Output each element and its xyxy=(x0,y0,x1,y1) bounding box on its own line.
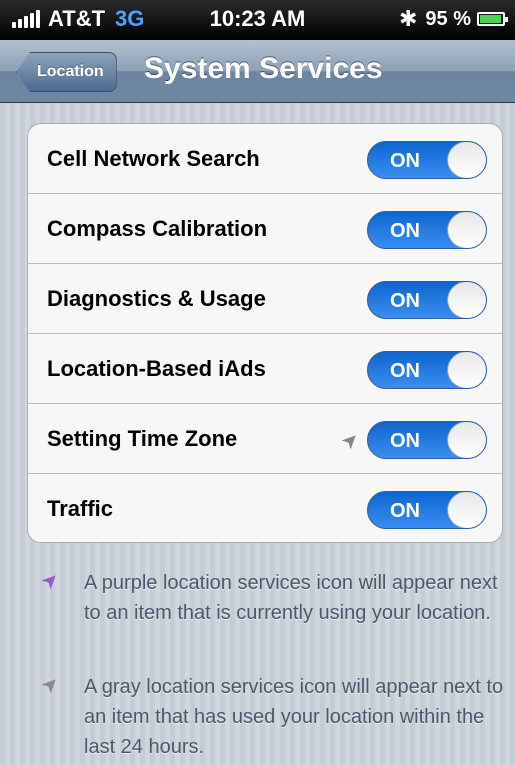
toggle-switch[interactable]: ON xyxy=(367,281,487,319)
service-row: Setting Time Zone ➤ ON xyxy=(28,404,502,474)
toggle-state: ON xyxy=(390,150,420,172)
battery-icon xyxy=(477,12,508,26)
service-label: Traffic xyxy=(47,496,114,521)
service-row: Location-Based iAds ON xyxy=(28,334,502,404)
service-label: Compass Calibration xyxy=(47,216,268,241)
location-arrow-icon: ➤ xyxy=(337,427,365,455)
purple-location-arrow-icon: ➤ xyxy=(37,567,65,595)
service-row: Diagnostics & Usage ON xyxy=(28,264,502,334)
navigation-bar: Location System Services xyxy=(0,40,515,103)
note-text: A purple location services icon will app… xyxy=(84,572,498,624)
back-button[interactable]: Location xyxy=(16,52,117,92)
toggle-switch[interactable]: ON xyxy=(367,141,487,179)
toggle-state: ON xyxy=(390,360,420,382)
gray-location-arrow-icon: ➤ xyxy=(37,671,65,699)
service-row: Traffic ON xyxy=(28,474,502,542)
battery-fill xyxy=(480,15,501,23)
toggle-switch[interactable]: ON xyxy=(367,491,487,529)
toggle-knob xyxy=(447,142,486,178)
toggle-knob xyxy=(447,492,486,528)
toggle-knob xyxy=(447,212,486,248)
status-right: ✱ 95 % xyxy=(398,6,508,32)
status-bar: AT&T 3G 10:23 AM ✱ 95 % xyxy=(0,0,515,40)
service-label: Location-Based iAds xyxy=(47,356,266,381)
note-text: A gray location services icon will appea… xyxy=(84,676,504,758)
service-label: Cell Network Search xyxy=(47,146,260,171)
toggle-knob xyxy=(447,282,486,318)
toggle-state: ON xyxy=(390,500,420,522)
service-row: Cell Network Search ON xyxy=(28,124,502,194)
toggle-switch[interactable]: ON xyxy=(367,351,487,389)
service-row: Compass Calibration ON xyxy=(28,194,502,264)
services-list: Cell Network Search ON Compass Calibrati… xyxy=(27,123,503,543)
toggle-switch[interactable]: ON xyxy=(367,421,487,459)
toggle-state: ON xyxy=(390,220,420,242)
toggle-knob xyxy=(447,352,486,388)
toggle-state: ON xyxy=(390,430,420,452)
toggle-knob xyxy=(447,422,486,458)
battery-percent: 95 % xyxy=(425,7,471,30)
toggle-switch[interactable]: ON xyxy=(367,211,487,249)
toggle-state: ON xyxy=(390,290,420,312)
service-label: Diagnostics & Usage xyxy=(47,286,266,311)
page-title: System Services xyxy=(144,52,383,85)
bluetooth-icon: ✱ xyxy=(398,6,418,31)
service-label: Setting Time Zone xyxy=(47,426,238,451)
